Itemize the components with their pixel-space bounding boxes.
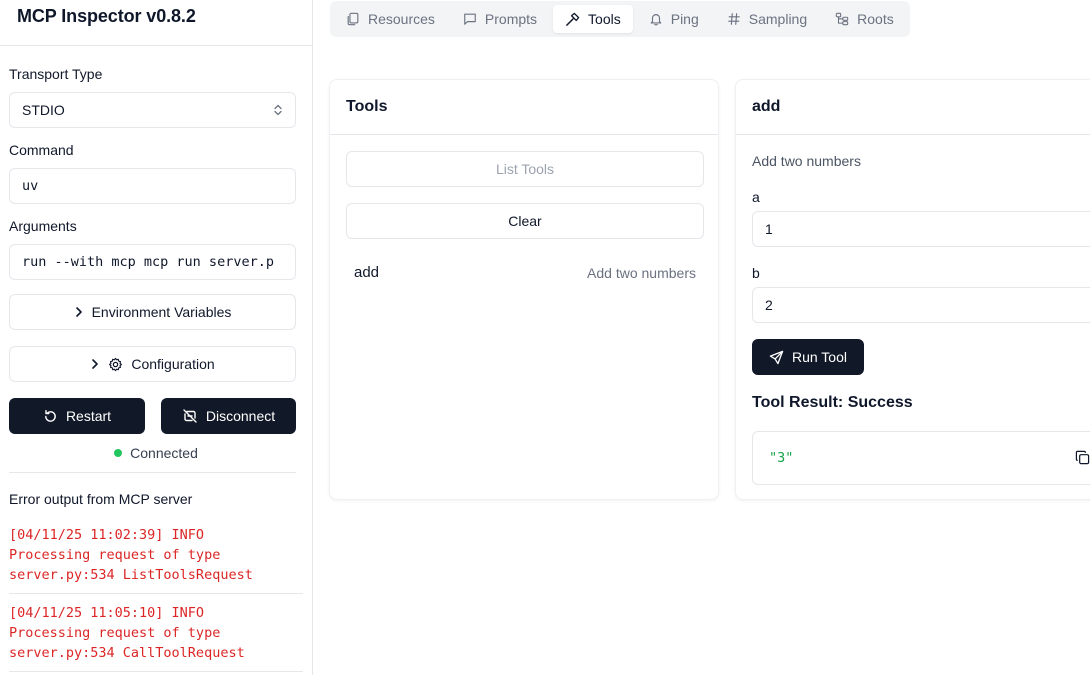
chevrons-up-down-icon	[273, 104, 283, 116]
hammer-icon	[565, 12, 580, 27]
environment-variables-button[interactable]: Environment Variables	[9, 294, 296, 330]
tool-result-value: "3"	[769, 450, 794, 466]
list-tools-button[interactable]: List Tools	[346, 151, 704, 187]
rotate-ccw-icon	[43, 409, 58, 424]
environment-variables-label: Environment Variables	[91, 304, 232, 320]
transport-type-select[interactable]: STDIO	[9, 92, 296, 128]
tab-ping[interactable]: Ping	[637, 5, 711, 33]
tab-prompts[interactable]: Prompts	[451, 5, 549, 33]
unplug-icon	[182, 408, 198, 424]
chevron-right-icon	[74, 306, 84, 318]
disconnect-label: Disconnect	[205, 408, 276, 424]
restart-button[interactable]: Restart	[9, 398, 145, 434]
configuration-button[interactable]: Configuration	[9, 346, 296, 382]
param-a-input[interactable]: 1	[752, 211, 1090, 247]
list-item[interactable]: add Add two numbers	[354, 264, 696, 281]
tools-panel: Tools List Tools Clear add Add two numbe…	[329, 79, 719, 500]
connection-status: Connected	[9, 444, 303, 462]
divider	[9, 472, 296, 473]
send-icon	[769, 350, 784, 365]
connection-status-text: Connected	[130, 445, 198, 461]
tool-result-box: "3"	[752, 431, 1090, 485]
tool-detail-title: add	[736, 80, 1090, 135]
folder-tree-icon	[835, 12, 849, 26]
param-b-input[interactable]: 2	[752, 287, 1090, 323]
transport-type-label: Transport Type	[9, 66, 103, 82]
clear-button[interactable]: Clear	[346, 203, 704, 239]
restart-label: Restart	[65, 408, 112, 424]
arguments-label: Arguments	[9, 218, 77, 234]
tab-roots-label: Roots	[857, 11, 894, 27]
tab-sampling[interactable]: Sampling	[715, 5, 819, 33]
log-entry: [04/11/25 11:05:10] INFO Processing requ…	[9, 603, 303, 672]
copy-icon[interactable]	[1075, 450, 1090, 465]
command-input[interactable]: uv	[9, 168, 296, 204]
tab-prompts-label: Prompts	[484, 11, 538, 27]
transport-type-value: STDIO	[22, 102, 65, 118]
tab-resources-label: Resources	[368, 11, 435, 27]
tool-result-title: Tool Result: Success	[752, 394, 913, 411]
app-title: MCP Inspector v0.8.2	[17, 6, 196, 26]
tools-panel-title: Tools	[330, 80, 718, 135]
message-icon	[463, 12, 477, 26]
disconnect-button[interactable]: Disconnect	[161, 398, 296, 434]
tab-sampling-label: Sampling	[748, 11, 808, 27]
tab-tools-label: Tools	[588, 11, 621, 27]
sidebar-header: MCP Inspector v0.8.2	[0, 0, 312, 46]
param-a-label: a	[752, 189, 760, 205]
tab-roots[interactable]: Roots	[823, 5, 906, 33]
tool-detail-panel: add Add two numbers a 1 b 2 Run Tool Too…	[735, 79, 1090, 500]
configuration-label: Configuration	[131, 356, 215, 372]
tab-tools[interactable]: Tools	[553, 5, 633, 33]
tab-ping-label: Ping	[670, 11, 699, 27]
tab-resources[interactable]: Resources	[334, 5, 447, 33]
tool-detail-description: Add two numbers	[752, 153, 861, 169]
files-icon	[346, 12, 360, 26]
run-tool-button[interactable]: Run Tool	[752, 339, 864, 375]
error-output-title: Error output from MCP server	[9, 491, 193, 507]
tool-name: add	[354, 264, 380, 281]
command-label: Command	[9, 142, 74, 158]
run-tool-label: Run Tool	[791, 349, 847, 365]
bell-icon	[649, 12, 663, 26]
status-dot-icon	[114, 449, 123, 457]
hash-icon	[727, 12, 741, 26]
tool-description: Add two numbers	[587, 264, 696, 281]
arguments-input[interactable]: run --with mcp mcp run server.p	[9, 244, 296, 280]
log-entry: [04/11/25 11:02:39] INFO Processing requ…	[9, 525, 303, 594]
gear-icon	[108, 357, 123, 372]
tab-bar: Resources Prompts Tools Ping Sampling Ro…	[330, 1, 910, 37]
param-b-label: b	[752, 265, 760, 281]
chevron-right-icon	[90, 358, 100, 370]
sidebar: MCP Inspector v0.8.2 Transport Type STDI…	[0, 0, 313, 675]
